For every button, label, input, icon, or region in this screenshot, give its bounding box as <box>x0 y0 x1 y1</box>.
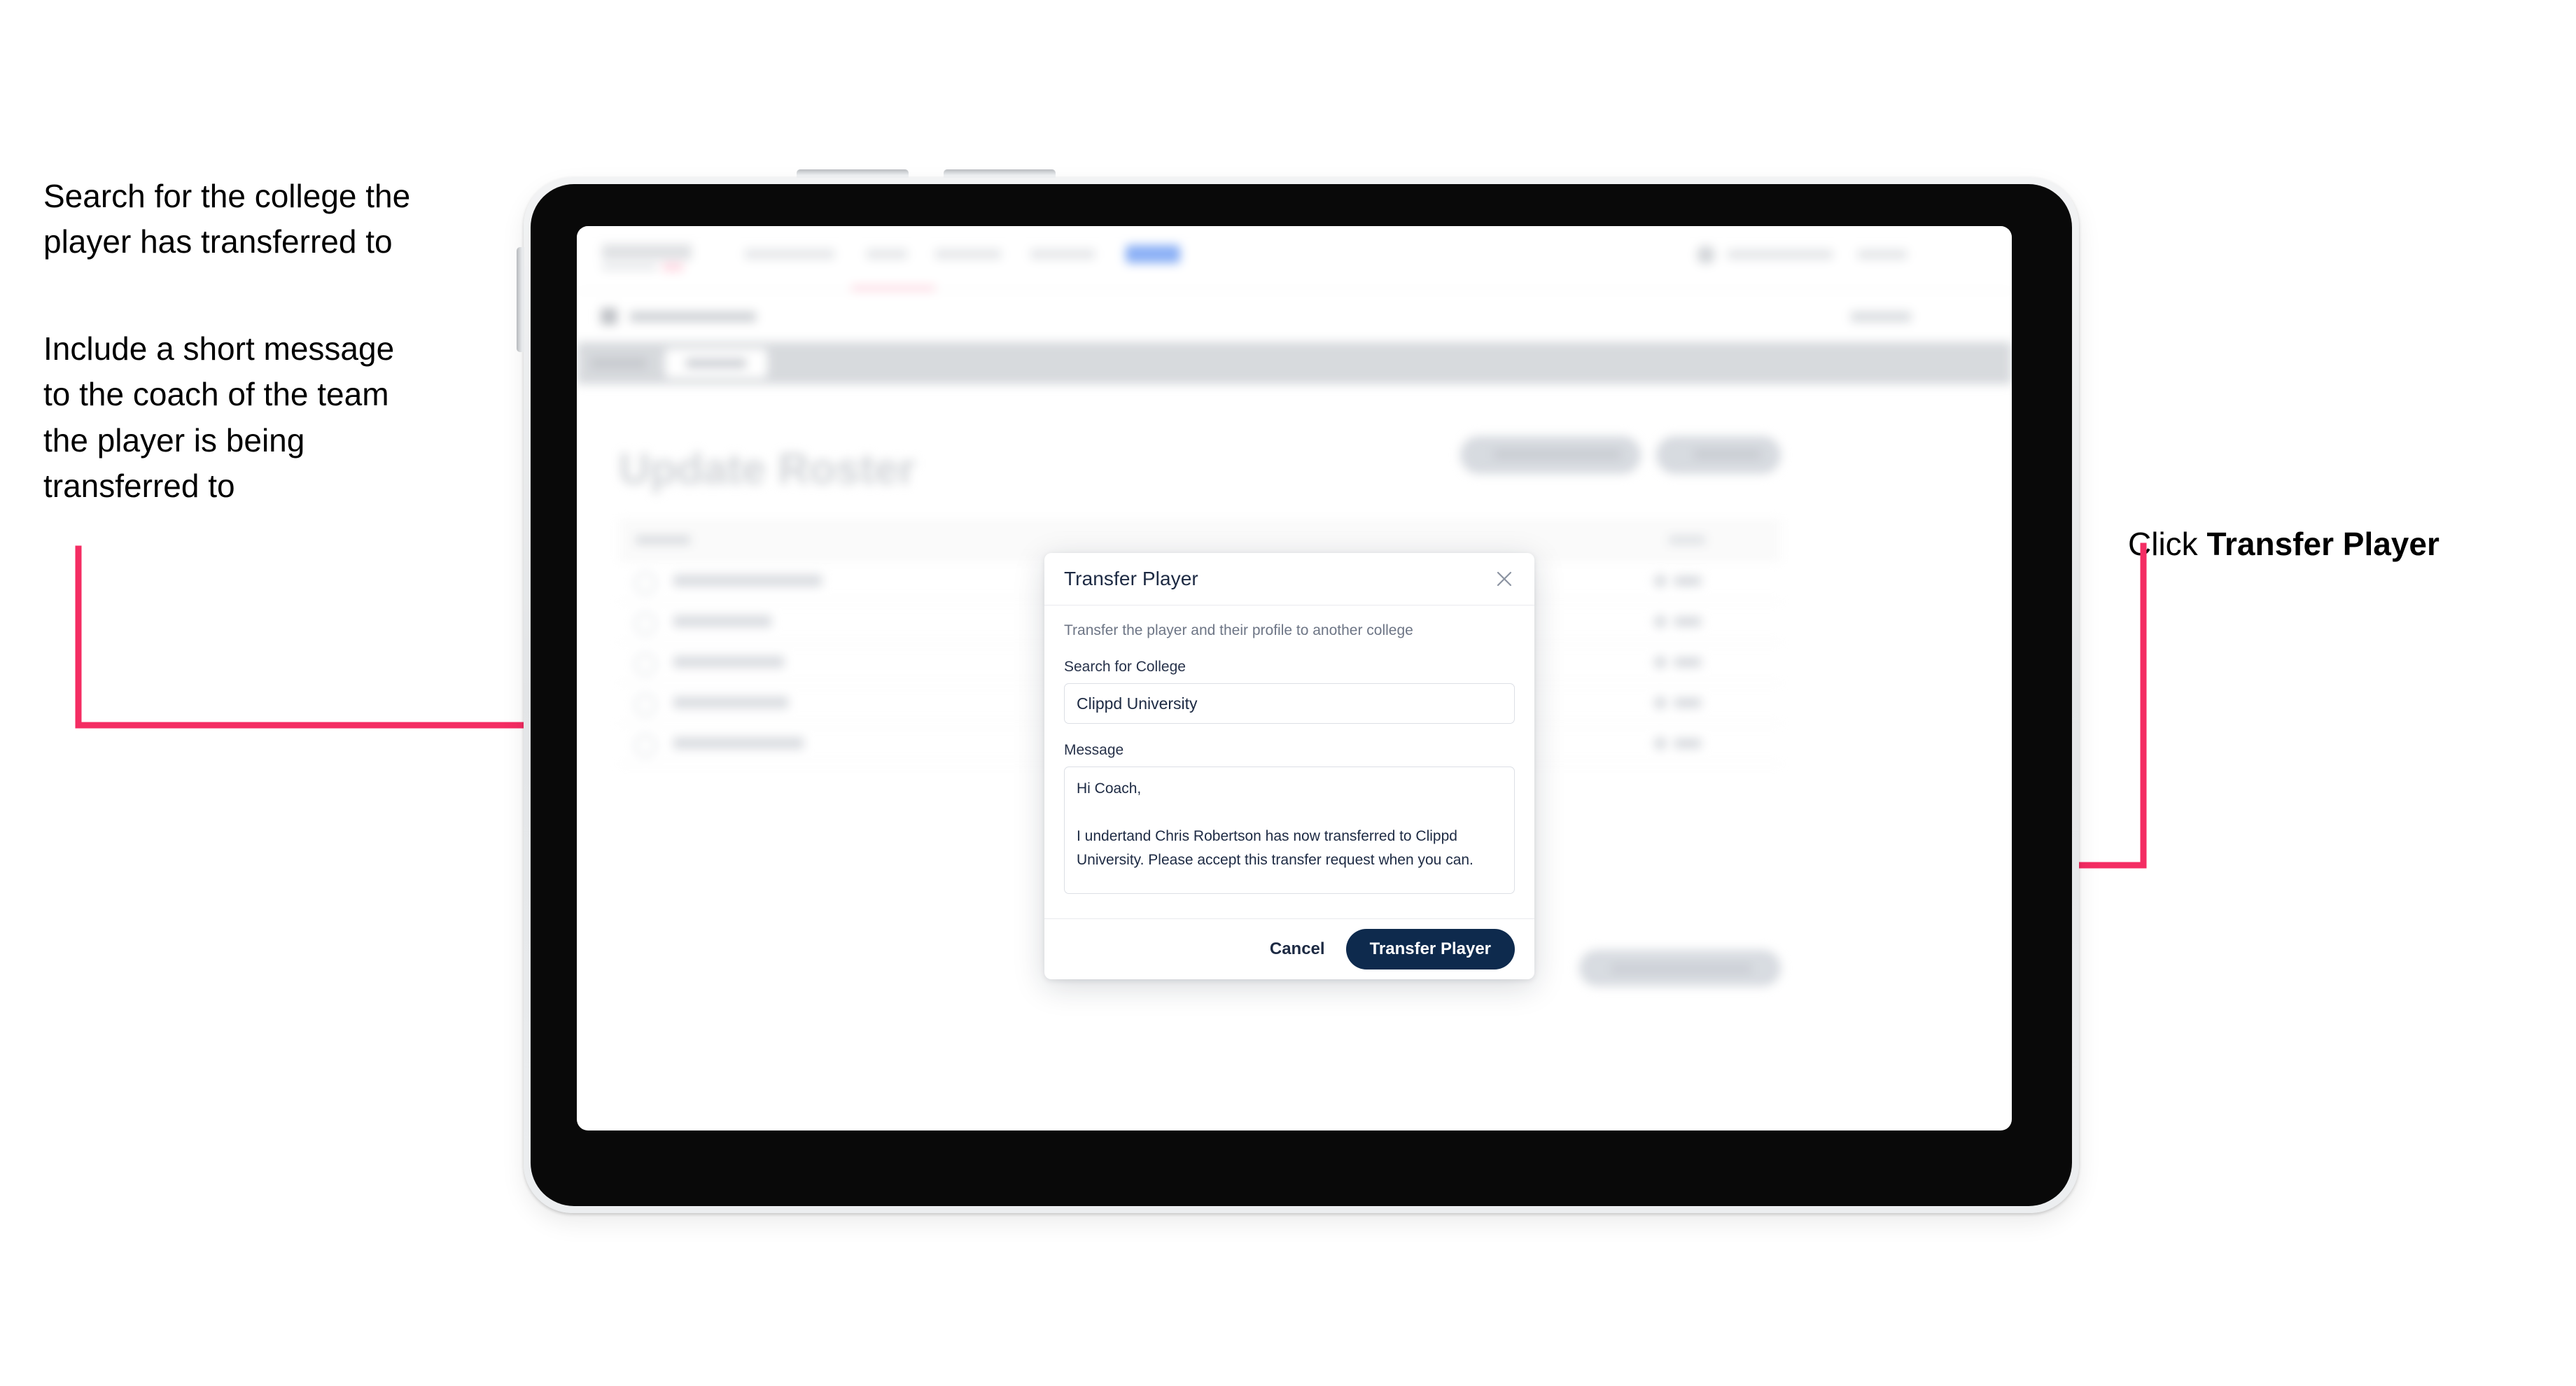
dialog-footer: Cancel Transfer Player <box>1044 918 1534 979</box>
dialog-header: Transfer Player <box>1044 553 1534 606</box>
tablet-device: Update Roster Transfer Player Transfer t… <box>517 169 2079 1213</box>
close-icon[interactable] <box>1492 567 1516 591</box>
annotation-right-prefix: Click <box>2128 526 2207 563</box>
transfer-player-dialog: Transfer Player Transfer the player and … <box>1044 553 1534 979</box>
annotation-search-college: Search for the college the player has tr… <box>43 178 411 260</box>
annotation-click-transfer: Click Transfer Player <box>2128 476 2548 568</box>
message-label: Message <box>1064 742 1124 758</box>
dialog-title: Transfer Player <box>1064 568 1198 589</box>
search-college-label: Search for College <box>1064 659 1186 675</box>
power-button[interactable] <box>517 247 524 352</box>
volume-down-button[interactable] <box>944 169 1056 178</box>
message-textarea[interactable] <box>1064 766 1515 894</box>
annotation-include-message: Include a short message to the coach of … <box>43 330 395 504</box>
volume-up-button[interactable] <box>797 169 909 178</box>
tablet-screen: Update Roster Transfer Player Transfer t… <box>577 226 2012 1130</box>
cancel-button[interactable]: Cancel <box>1267 935 1328 963</box>
search-college-input[interactable] <box>1064 683 1515 724</box>
dialog-description: Transfer the player and their profile to… <box>1064 622 1413 638</box>
transfer-player-button[interactable]: Transfer Player <box>1345 929 1515 969</box>
annotation-right-bold: Transfer Player <box>2206 526 2440 563</box>
dialog-body: Transfer the player and their profile to… <box>1044 606 1534 918</box>
